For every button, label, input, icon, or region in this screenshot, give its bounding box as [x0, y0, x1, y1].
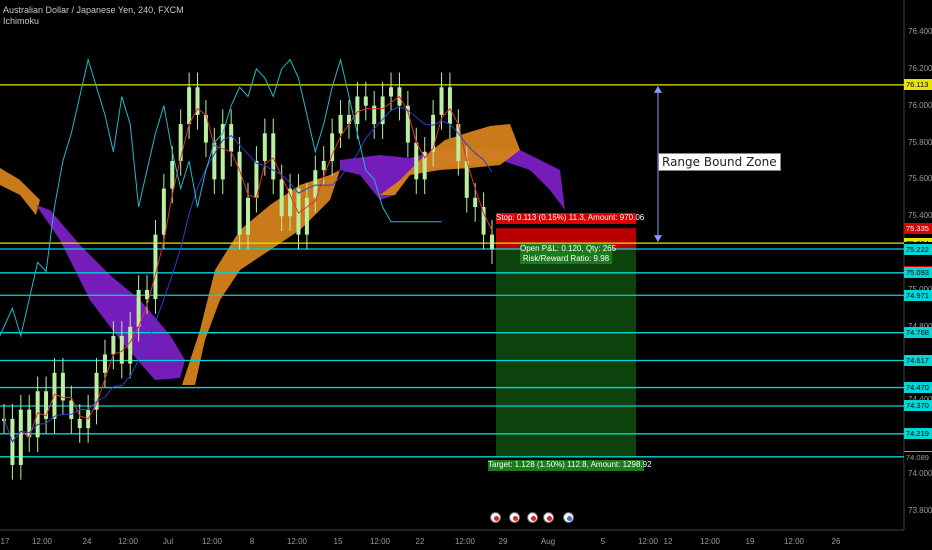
candle-body-52 — [439, 87, 444, 115]
event-icon-1[interactable] — [490, 512, 501, 523]
candle-body-56 — [473, 197, 478, 208]
price-tag-14: 74.089 — [904, 452, 932, 464]
price-tick-5: 75.400 — [908, 211, 932, 221]
price-tag-6: 75.093 — [904, 267, 932, 279]
candle-body-29 — [246, 197, 250, 235]
price-tag-8: 74.768 — [904, 327, 932, 339]
candle-body-15 — [128, 326, 133, 364]
time-tick-16: 12 — [663, 537, 673, 546]
time-tick-8: 15 — [333, 537, 343, 546]
price-tick-2: 76.000 — [908, 100, 932, 110]
candle-body-6 — [52, 372, 57, 419]
price-tick-4: 75.600 — [908, 174, 932, 184]
event-icon-3[interactable] — [527, 512, 538, 523]
time-tick-13: Aug — [540, 537, 556, 546]
candle-body-28 — [237, 151, 242, 235]
price-tick-3: 75.800 — [908, 137, 932, 147]
price-tag-7: 74.971 — [904, 289, 932, 301]
candle-body-12 — [102, 354, 107, 373]
candle-body-58 — [490, 234, 494, 250]
time-tick-19: 12:00 — [783, 537, 805, 546]
candle-body-46 — [389, 87, 394, 97]
price-tag-1: 75.335 — [904, 222, 932, 234]
price-tick-0: 76.400 — [908, 27, 932, 36]
time-tick-3: 12:00 — [117, 537, 139, 546]
price-tag-9: 74.617 — [904, 354, 932, 366]
target-label: Target: 1.128 (1.50%) 112.8, Amount: 129… — [488, 460, 652, 471]
event-icon-2[interactable] — [509, 512, 520, 523]
time-tick-1: 12:00 — [31, 537, 53, 546]
price-tag-10: 74.470 — [904, 382, 932, 394]
open-pnl-label: Open P&L: 0.120, Qty: 265 — [520, 244, 617, 254]
candle-body-33 — [279, 179, 284, 217]
price-tick-13: 73.800 — [908, 506, 932, 515]
candle-body-20 — [170, 160, 175, 189]
candle-body-13 — [111, 335, 116, 355]
time-tick-10: 22 — [415, 537, 425, 546]
time-tick-7: 12:00 — [286, 537, 308, 546]
candle-body-7 — [60, 372, 65, 401]
candle-body-2 — [18, 409, 23, 465]
kumo-cloud-bull-1 — [0, 168, 40, 215]
range-arrow-head-top — [654, 85, 662, 93]
time-tick-5: 12:00 — [201, 537, 223, 546]
candle-body-32 — [271, 133, 276, 180]
candle-body-43 — [363, 96, 368, 106]
candle-body-39 — [330, 133, 335, 161]
range-arrow-head-bottom — [654, 235, 662, 243]
candle-body-19 — [161, 188, 166, 235]
time-tick-18: 19 — [745, 537, 755, 546]
price-tick-12: 74.000 — [908, 469, 932, 479]
time-tick-0: 17 — [0, 537, 10, 546]
candle-body-17 — [145, 289, 150, 300]
time-tick-14: 5 — [600, 537, 606, 546]
price-tick-1: 76.200 — [908, 63, 932, 73]
time-tick-2: 24 — [82, 537, 92, 546]
price-tag-11: 74.370 — [904, 400, 932, 412]
stop-label: Stop: 0.113 (0.15%) 11.3, Amount: 970.06 — [496, 213, 645, 224]
range-bound-zone-label: Range Bound Zone — [658, 153, 781, 171]
candle-body-22 — [187, 87, 192, 125]
candle-body-27 — [229, 124, 234, 152]
time-tick-11: 12:00 — [454, 537, 476, 546]
candle-body-37 — [313, 170, 318, 198]
candle-body-38 — [321, 160, 326, 171]
time-tick-20: 26 — [831, 537, 841, 546]
time-tick-9: 12:00 — [369, 537, 391, 546]
candle-body-21 — [178, 124, 183, 161]
indicator-name: Ichimoku — [3, 16, 40, 26]
time-tick-15: 12:00 — [637, 537, 659, 546]
event-icon-5[interactable] — [563, 512, 574, 523]
candle-body-51 — [431, 114, 436, 152]
price-chart[interactable] — [0, 0, 932, 550]
target-zone — [496, 249, 636, 457]
kumo-cloud-bull-2 — [182, 170, 340, 385]
chart-legend: Australian Dollar / Japanese Yen, 240, F… — [3, 5, 184, 27]
symbol-title: Australian Dollar / Japanese Yen, 240, F… — [3, 5, 184, 15]
price-tag-12: 74.219 — [904, 428, 932, 440]
candle-body-53 — [447, 87, 452, 125]
time-tick-12: 29 — [498, 537, 508, 546]
candle-body-42 — [355, 96, 360, 125]
candle-body-31 — [262, 133, 267, 161]
price-tag-4: 75.222 — [904, 243, 932, 255]
time-tick-6: 8 — [249, 537, 255, 546]
candle-body-36 — [304, 197, 309, 235]
event-icon-4[interactable] — [543, 512, 554, 523]
candle-body-57 — [481, 207, 486, 235]
risk-reward-label: Risk/Reward Ratio: 9.98 — [520, 254, 612, 264]
candle-body-8 — [69, 400, 74, 419]
time-tick-4: Jul — [162, 537, 174, 546]
candle-body-49 — [414, 142, 419, 180]
candle-body-16 — [136, 289, 141, 327]
price-tag-0: 76.113 — [904, 79, 932, 91]
candle-body-9 — [77, 418, 82, 429]
candle-body-40 — [338, 114, 343, 134]
time-tick-17: 12:00 — [699, 537, 721, 546]
